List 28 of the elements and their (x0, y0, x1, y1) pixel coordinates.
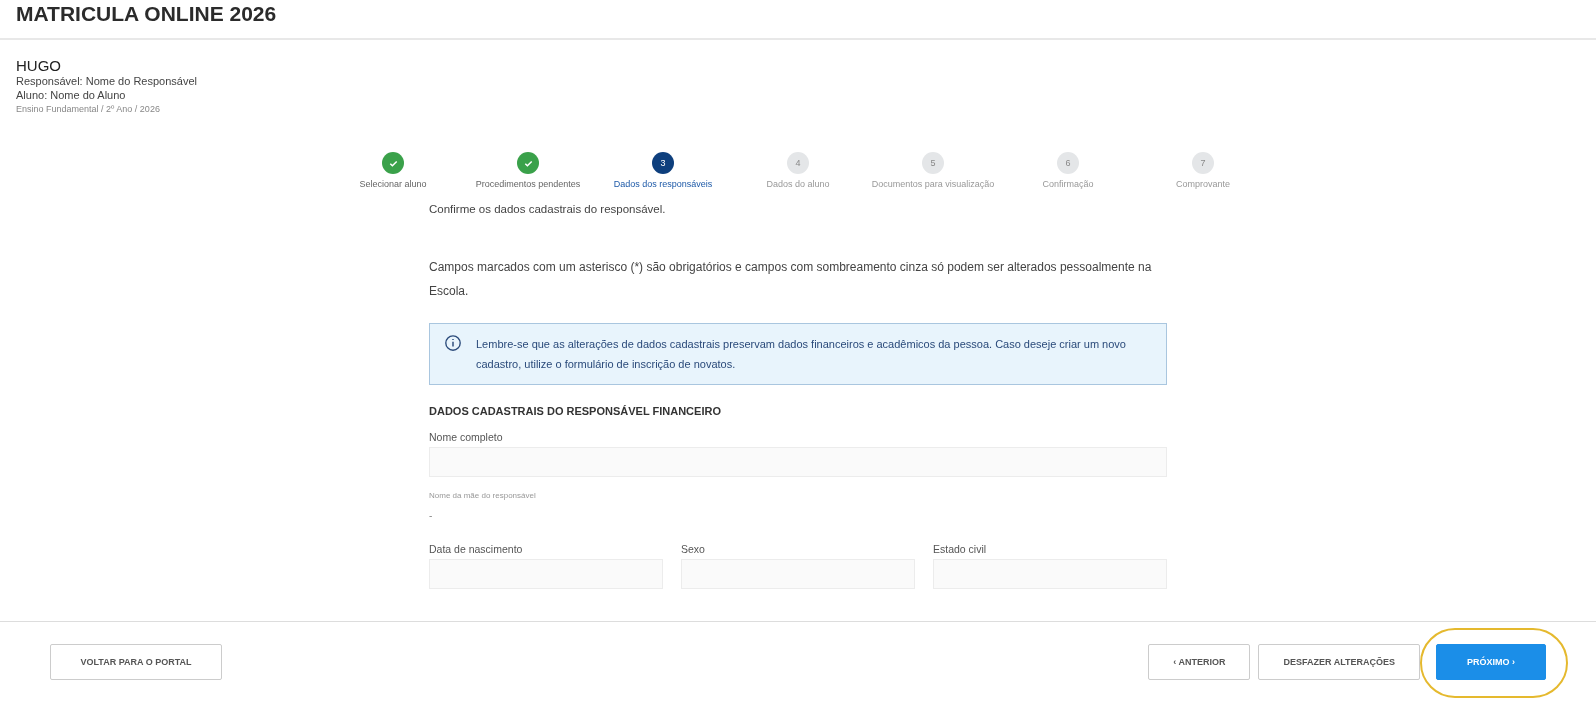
step-label[interactable]: Procedimentos pendentes (475, 179, 581, 189)
field-label: Nome da mãe do responsável (429, 491, 537, 500)
step-circle: 3 (652, 152, 674, 174)
step-label[interactable]: Dados dos responsáveis (613, 179, 713, 189)
course-text: Ensino Fundamental / 2º Ano / 2026 (16, 103, 160, 116)
page-title: MATRICULA ONLINE 2026 (16, 1, 278, 27)
undo-changes-button[interactable]: DESFAZER ALTERAÇÕES (1258, 644, 1420, 680)
responsible-text: Responsável: Nome do Responsável (16, 74, 197, 88)
field-value: - (429, 510, 434, 521)
back-to-portal-button[interactable]: VOLTAR PARA O PORTAL (50, 644, 222, 680)
field-label: Nome completo (429, 431, 504, 443)
intro-text: Confirme os dados cadastrais do responsável. (429, 203, 667, 215)
field-label: Estado civil (933, 543, 988, 555)
field-label: Data de nascimento (429, 543, 524, 555)
step-circle: 4 (787, 152, 809, 174)
info-text: Lembre-se que as alterações de dados cadastrais preservam dados financeiros e acadêmicos da pessoa. Caso deseje criar um novo cadastro, utilize o formulário de inscrição de novatos. (476, 337, 1127, 372)
step-circle: 6 (1057, 152, 1079, 174)
step-circle: 7 (1192, 152, 1214, 174)
previous-button[interactable]: ‹ ANTERIOR (1148, 644, 1251, 680)
user-name: HUGO (16, 58, 61, 74)
step-circle: 5 (922, 152, 944, 174)
next-button[interactable]: PRÓXIMO › (1436, 644, 1546, 680)
notice-text: Campos marcados com um asterisco (*) são obrigatórios e campos com sombreamento cinza só podem ser alterados pessoalmente na Escola. (429, 259, 1153, 300)
student-text: Aluno: Nome do Aluno (16, 88, 126, 102)
field-label: Sexo (681, 543, 706, 555)
section-title: DADOS CADASTRAIS DO RESPONSÁVEL FINANCEIRO (429, 405, 722, 417)
step-label[interactable]: Selecionar aluno (359, 179, 427, 189)
info-icon (444, 334, 462, 352)
